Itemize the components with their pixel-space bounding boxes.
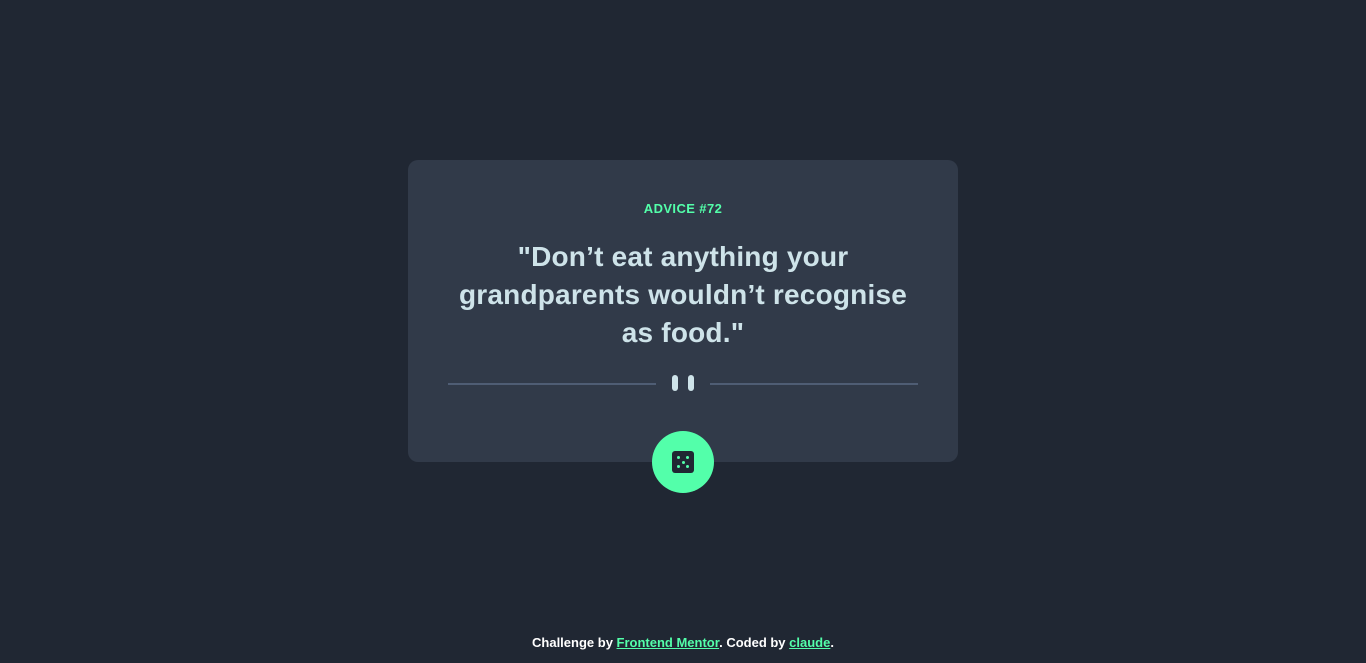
frontend-mentor-link[interactable]: Frontend Mentor [617, 635, 720, 650]
footer-suffix: . [830, 635, 834, 650]
footer-middle: . Coded by [719, 635, 790, 650]
advice-id: ADVICE #72 [643, 201, 723, 216]
divider [448, 373, 918, 393]
advice-quote: "Don’t eat anything your grandparents wo… [458, 241, 908, 348]
divider-line-right [710, 383, 918, 385]
attribution-footer: Challenge by Frontend Mentor. Coded by c… [0, 635, 1366, 650]
footer-prefix: Challenge by [532, 635, 617, 650]
dice-icon [672, 451, 694, 473]
author-link[interactable]: claude [789, 635, 830, 650]
generate-advice-button[interactable] [652, 431, 714, 493]
advice-card: ADVICE #72 "Don’t eat anything your gran… [408, 160, 958, 462]
divider-line-left [448, 383, 656, 385]
pause-icon [672, 375, 694, 391]
page: ADVICE #72 "Don’t eat anything your gran… [0, 0, 1366, 663]
